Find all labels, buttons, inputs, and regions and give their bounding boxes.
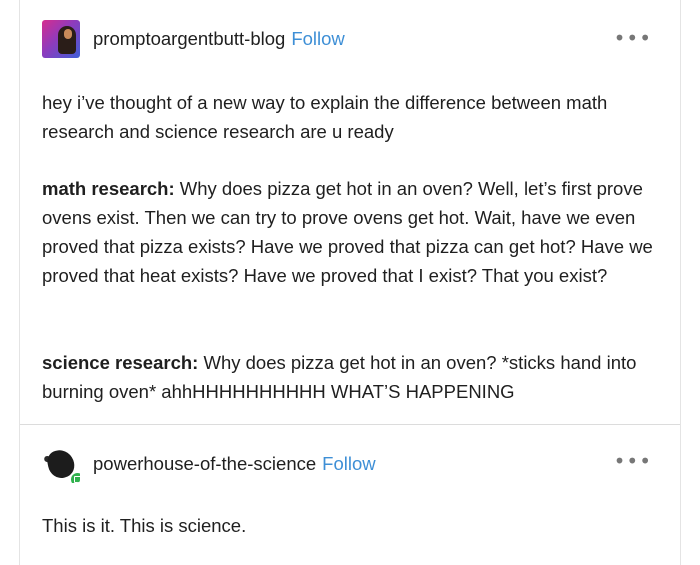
avatar[interactable] (42, 20, 80, 58)
post-header: promptoargentbutt-blog Follow (42, 20, 345, 58)
intro-text: hey i’ve thought of a new way to explain… (42, 92, 608, 142)
blog-name[interactable]: promptoargentbutt-blog (93, 28, 285, 50)
post-paragraph-math: math research: Why does pizza get hot in… (42, 174, 662, 290)
post-header: powerhouse-of-the-science Follow (42, 445, 376, 483)
original-post: promptoargentbutt-blog Follow ••• hey i’… (20, 0, 680, 425)
avatar[interactable] (42, 445, 80, 483)
post-thread: promptoargentbutt-blog Follow ••• hey i’… (19, 0, 681, 565)
blog-name[interactable]: powerhouse-of-the-science (93, 453, 316, 475)
post-paragraph-intro: hey i’ve thought of a new way to explain… (42, 88, 662, 146)
science-label: science research: (42, 352, 199, 373)
science-paragraph: science research: Why does pizza get hot… (42, 348, 662, 406)
reblog-post: powerhouse-of-the-science Follow ••• Thi… (20, 425, 680, 565)
post-paragraph-science: science research: Why does pizza get hot… (42, 348, 662, 406)
math-paragraph: math research: Why does pizza get hot in… (42, 174, 662, 290)
reply-text: This is it. This is science. (42, 515, 247, 536)
avatar-face (64, 29, 72, 39)
more-options-icon[interactable]: ••• (614, 28, 652, 48)
reblog-badge-icon (69, 471, 80, 483)
post-paragraph-reply: This is it. This is science. (42, 511, 662, 540)
more-options-icon[interactable]: ••• (614, 451, 652, 471)
math-label: math research: (42, 178, 175, 199)
follow-button[interactable]: Follow (291, 28, 344, 50)
follow-button[interactable]: Follow (322, 453, 375, 475)
